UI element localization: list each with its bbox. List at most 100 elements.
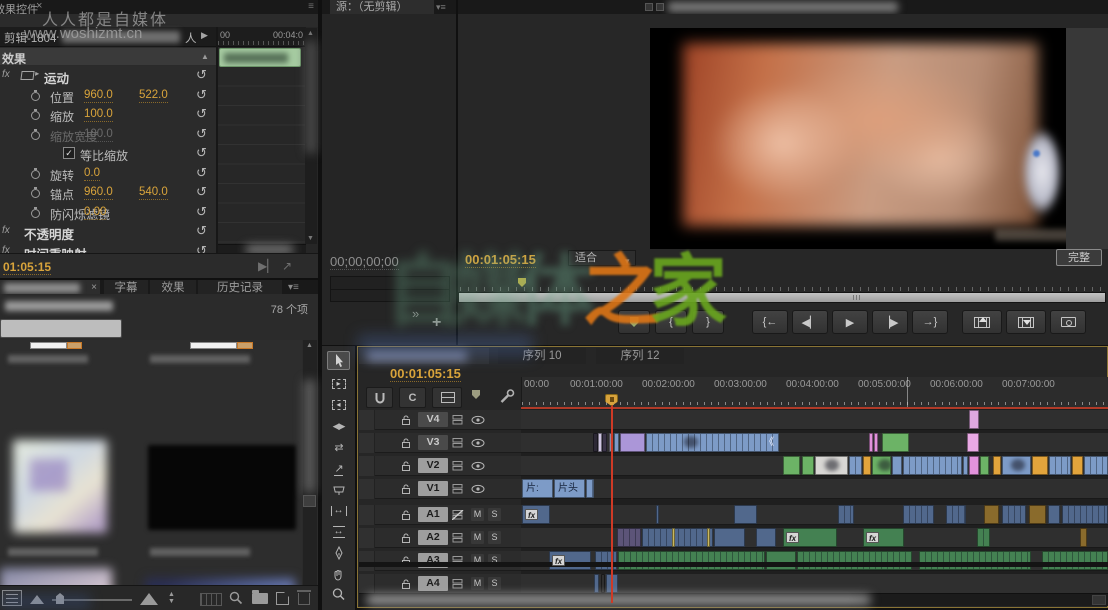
panel-menu-icon[interactable]: ≡ bbox=[308, 1, 314, 12]
zoom-slider[interactable] bbox=[52, 599, 132, 601]
scrollbar-thumb[interactable] bbox=[304, 380, 315, 492]
hand-tool[interactable] bbox=[327, 564, 350, 583]
new-item-icon[interactable] bbox=[276, 592, 289, 605]
effect-name[interactable]: 运动 bbox=[44, 68, 69, 87]
track-margin[interactable] bbox=[359, 574, 375, 594]
stopwatch-icon[interactable] bbox=[31, 92, 40, 101]
sync-lock-icon[interactable] bbox=[452, 415, 464, 425]
toggle-track-output-icon[interactable] bbox=[471, 415, 485, 425]
blurred-program-tab-title[interactable] bbox=[668, 2, 898, 12]
mute-button[interactable]: M bbox=[471, 508, 484, 521]
timeline-clip[interactable]: fx bbox=[522, 505, 550, 524]
playback-resolution-select[interactable]: 完整 bbox=[1056, 249, 1102, 266]
export-frame-button[interactable] bbox=[1050, 310, 1086, 334]
lift-button[interactable] bbox=[962, 310, 1002, 334]
solo-button[interactable]: S bbox=[488, 531, 501, 544]
scrollbar-box[interactable] bbox=[303, 495, 316, 507]
stopwatch-icon[interactable] bbox=[31, 131, 40, 140]
reset-icon[interactable]: ↺ bbox=[196, 145, 207, 161]
property-value[interactable]: 100.0 bbox=[84, 128, 113, 142]
timeline-clip[interactable] bbox=[620, 433, 645, 452]
horizontal-scrollbar[interactable] bbox=[218, 244, 306, 253]
timeline-clip[interactable] bbox=[614, 433, 619, 452]
thumbnail-scrubber[interactable] bbox=[190, 342, 237, 349]
tab-effects[interactable]: 效果 bbox=[150, 280, 196, 294]
timeline-clip[interactable] bbox=[969, 456, 979, 475]
timeline-clip[interactable] bbox=[602, 433, 607, 452]
automate-to-sequence-icon[interactable] bbox=[200, 593, 222, 606]
stopwatch-icon[interactable] bbox=[31, 111, 40, 120]
toggle-track-output-icon[interactable] bbox=[471, 438, 485, 448]
close-icon[interactable]: × bbox=[91, 281, 97, 294]
snap-button[interactable] bbox=[366, 387, 393, 408]
rolling-edit-tool[interactable]: ⇄ bbox=[327, 438, 350, 457]
timeline-clip[interactable] bbox=[642, 528, 713, 547]
tab-captions[interactable]: 字幕 bbox=[104, 280, 148, 294]
lock-icon[interactable] bbox=[400, 578, 412, 590]
keyframe-timeline[interactable]: 00 00:04:0 ▲ ▼ bbox=[216, 27, 318, 253]
timeline-clip[interactable] bbox=[1049, 456, 1071, 475]
scrollbar-thumb[interactable] bbox=[367, 595, 870, 605]
timeline-clip[interactable] bbox=[594, 574, 599, 593]
extract-button[interactable] bbox=[1006, 310, 1046, 334]
timeline-clip[interactable] bbox=[1048, 505, 1060, 524]
timeline-clip[interactable] bbox=[849, 456, 862, 475]
item-thumbnail[interactable] bbox=[148, 445, 296, 530]
playhead-line[interactable] bbox=[611, 395, 613, 603]
thumbnail-scrubber[interactable] bbox=[30, 342, 67, 349]
timeline-clip[interactable] bbox=[672, 528, 675, 547]
timeline-clip[interactable] bbox=[656, 505, 659, 524]
tab-history[interactable]: 历史记录 bbox=[198, 280, 282, 294]
vertical-scrollbar[interactable]: ▲ ▼ bbox=[305, 28, 317, 244]
panel-icon[interactable] bbox=[656, 3, 664, 11]
sync-lock-icon[interactable] bbox=[452, 579, 464, 589]
zoom-tool[interactable] bbox=[327, 585, 350, 604]
timeline-clip[interactable]: 片: bbox=[522, 479, 553, 498]
pen-tool[interactable] bbox=[327, 543, 350, 562]
vertical-scrollbar[interactable]: ▲ bbox=[303, 340, 317, 585]
selection-tool[interactable] bbox=[327, 351, 350, 370]
timeline-clip[interactable] bbox=[1084, 456, 1108, 475]
track-lane-a1[interactable]: fx bbox=[521, 505, 1108, 525]
timeline-clip[interactable] bbox=[977, 528, 990, 547]
slide-tool[interactable]: ↔ bbox=[327, 522, 350, 541]
ripple-edit-tool[interactable]: ◀▶ bbox=[327, 417, 350, 436]
sync-lock-icon[interactable] bbox=[452, 438, 464, 448]
step-forward-button[interactable]: ▕▶ bbox=[872, 310, 908, 334]
scrollbar-thumb[interactable] bbox=[246, 246, 293, 253]
unnumbered-marker-icon[interactable] bbox=[472, 390, 480, 399]
timeline-clip[interactable]: fx bbox=[783, 528, 837, 547]
panel-icon[interactable] bbox=[645, 3, 653, 11]
zoom-level-select[interactable]: 适合▼ bbox=[568, 250, 636, 266]
sync-lock-icon[interactable] bbox=[452, 533, 464, 543]
reset-icon[interactable]: ↺ bbox=[196, 126, 207, 142]
stopwatch-icon[interactable] bbox=[31, 189, 40, 198]
scroll-down-icon[interactable]: ▼ bbox=[307, 235, 314, 242]
timeline-clip[interactable] bbox=[872, 456, 891, 475]
timeline-horizontal-scrollbar[interactable] bbox=[359, 593, 1108, 606]
timeline-clip[interactable] bbox=[984, 505, 999, 524]
sort-icon[interactable]: ▲▼ bbox=[168, 591, 175, 605]
add-button-icon[interactable]: + bbox=[432, 314, 441, 332]
property-value[interactable]: 522.0 bbox=[139, 89, 168, 103]
slip-tool[interactable]: ↔ bbox=[327, 501, 350, 520]
timeline-clip[interactable] bbox=[869, 433, 873, 452]
property-value[interactable]: 960.0 bbox=[84, 186, 113, 200]
lock-icon[interactable] bbox=[400, 460, 412, 472]
lock-icon[interactable] bbox=[400, 414, 412, 426]
timeline-clip[interactable] bbox=[919, 551, 1031, 570]
effect-name[interactable]: 不透明度 bbox=[24, 224, 74, 243]
sync-lock-icon[interactable] bbox=[452, 484, 464, 494]
solo-button[interactable]: S bbox=[488, 577, 501, 590]
program-scrub-ruler[interactable] bbox=[460, 280, 1104, 291]
trash-icon[interactable] bbox=[298, 593, 310, 605]
search-input[interactable] bbox=[0, 319, 122, 338]
lock-icon[interactable] bbox=[400, 437, 412, 449]
timeline-clip[interactable] bbox=[903, 456, 962, 475]
mark-out-button[interactable]: } bbox=[692, 310, 724, 334]
item-thumbnail[interactable] bbox=[0, 568, 112, 585]
scrollbar-end-box[interactable] bbox=[1092, 595, 1106, 605]
timeline-clip[interactable]: 《 bbox=[646, 433, 779, 452]
thumbnail-scrubber-segment[interactable] bbox=[67, 342, 82, 349]
track-name[interactable]: A2 bbox=[418, 530, 448, 545]
